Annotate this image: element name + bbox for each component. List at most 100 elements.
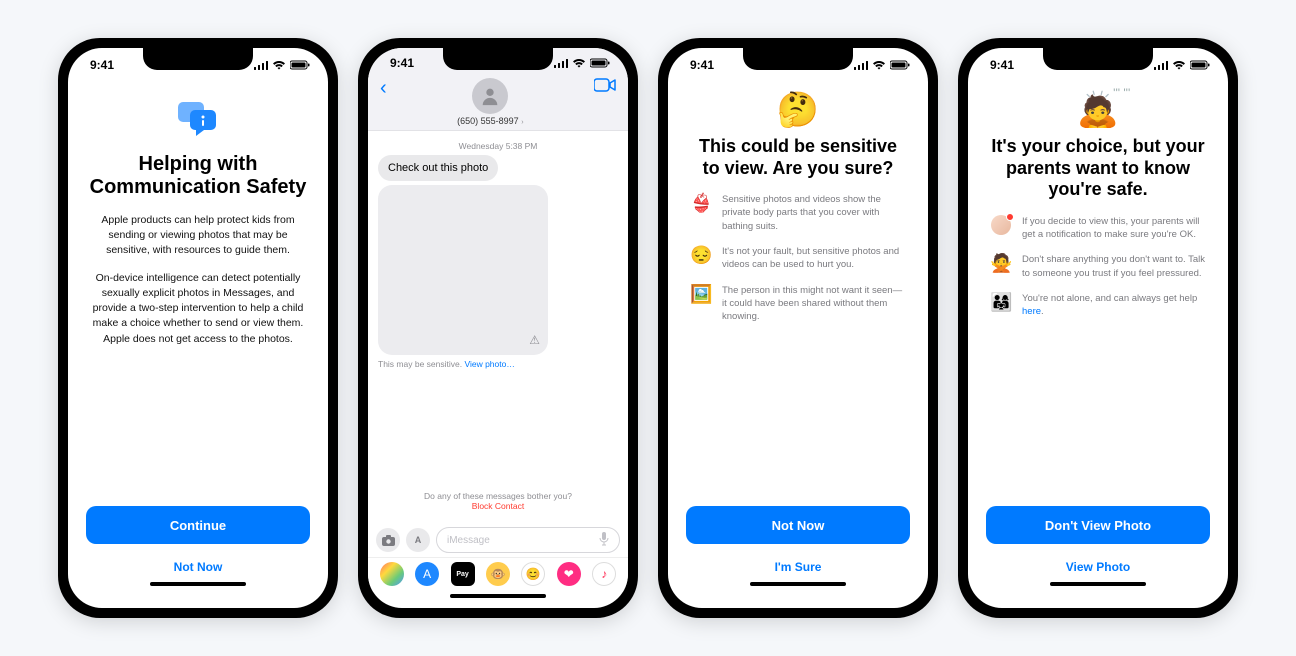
sensitive-caption: This may be sensitive. View photo… [378, 359, 618, 369]
chat-safety-icon [174, 100, 222, 145]
im-sure-button[interactable]: I'm Sure [686, 552, 910, 582]
status-time: 9:41 [990, 58, 1014, 72]
not-now-button[interactable]: Not Now [86, 552, 310, 582]
back-button[interactable]: ‹ [380, 78, 387, 98]
facetime-button[interactable] [594, 78, 616, 97]
info-text-2: Don't share anything you don't want to. … [1022, 253, 1206, 280]
bow-emoji: 🙇 ''' ''' [986, 90, 1210, 130]
home-indicator[interactable] [750, 582, 846, 586]
continue-label: Continue [170, 518, 226, 533]
screen1-body1: Apple products can help protect kids fro… [86, 213, 310, 259]
blurred-photo[interactable]: ⚠︎ [378, 185, 548, 355]
wifi-icon [272, 60, 286, 70]
status-bar: 9:41 [668, 48, 928, 82]
screen3-content: 🤔 This could be sensitive to view. Are y… [668, 82, 928, 608]
status-time: 9:41 [690, 58, 714, 72]
app-animoji[interactable]: 😊 [521, 562, 545, 586]
info-row-2: 🙅 Don't share anything you don't want to… [986, 253, 1210, 280]
contact-name: (650) 555-8997 [457, 116, 519, 126]
thinking-emoji: 🤔 [686, 90, 910, 130]
status-icons [854, 60, 910, 70]
family-icon: 👨‍👩‍👧 [990, 292, 1012, 313]
info-row-1: 👙 Sensitive photos and videos show the p… [686, 193, 910, 233]
info-row-2: 😔 It's not your fault, but sensitive pho… [686, 245, 910, 272]
dont-view-label: Don't View Photo [1045, 518, 1151, 533]
im-sure-label: I'm Sure [775, 560, 822, 574]
signal-icon [554, 58, 568, 68]
app-tray: A Pay 🐵 😊 ❤ ♪ [368, 557, 628, 592]
screen-4: 9:41 🙇 ''' ''' It's your choice, but you… [968, 48, 1228, 608]
message-placeholder: iMessage [447, 535, 490, 546]
status-bar: 9:41 [968, 48, 1228, 82]
dont-view-button[interactable]: Don't View Photo [986, 506, 1210, 544]
view-photo-link[interactable]: View photo… [464, 359, 514, 369]
info-row-1: If you decide to view this, your parents… [986, 215, 1210, 242]
message-input[interactable]: iMessage [436, 527, 620, 553]
app-photos[interactable] [380, 562, 404, 586]
app-store[interactable]: A [415, 562, 439, 586]
help-here-link[interactable]: here [1022, 306, 1041, 317]
battery-icon [290, 60, 310, 70]
continue-button[interactable]: Continue [86, 506, 310, 544]
screen1-title: Helping with Communication Safety [86, 153, 310, 199]
info-text-3: The person in this might not want it see… [722, 284, 906, 324]
home-indicator[interactable] [150, 582, 246, 586]
wifi-icon [872, 60, 886, 70]
screen4-title: It's your choice, but your parents want … [986, 136, 1210, 201]
no-gesture-icon: 🙅 [990, 253, 1012, 274]
app-music[interactable]: ♪ [592, 562, 616, 586]
message-bubble[interactable]: Check out this photo [378, 155, 498, 181]
app-digital-touch[interactable]: ❤ [557, 562, 581, 586]
chevron-right-icon: › [521, 119, 523, 126]
contact-avatar [472, 78, 508, 114]
warning-icon: ⚠︎ [529, 333, 540, 347]
screen3-title: This could be sensitive to view. Are you… [686, 136, 910, 179]
messages-body[interactable]: Wednesday 5:38 PM Check out this photo ⚠… [368, 131, 628, 523]
signal-icon [254, 60, 268, 70]
not-now-button[interactable]: Not Now [686, 506, 910, 544]
info-text-1: If you decide to view this, your parents… [1022, 215, 1206, 242]
battery-icon [890, 60, 910, 70]
status-time: 9:41 [390, 56, 414, 70]
bother-question: Do any of these messages bother you? [378, 491, 618, 501]
info-text-3-prefix: You're not alone, and can always get hel… [1022, 293, 1197, 304]
sensitive-prefix: This may be sensitive. [378, 359, 464, 369]
home-indicator[interactable] [1050, 582, 1146, 586]
info-text-1: Sensitive photos and videos show the pri… [722, 193, 906, 233]
contact-header[interactable]: (650) 555-8997 › [387, 78, 594, 126]
appstore-button[interactable]: A [406, 528, 430, 552]
view-photo-button[interactable]: View Photo [986, 552, 1210, 582]
view-photo-label: View Photo [1066, 560, 1130, 574]
signal-icon [854, 60, 868, 70]
block-contact-link[interactable]: Block Contact [378, 501, 618, 511]
picture-icon: 🖼️ [690, 284, 712, 305]
phone-mockup-3: 9:41 🤔 This could be sensitive to view. … [658, 38, 938, 618]
app-memoji[interactable]: 🐵 [486, 562, 510, 586]
phone-mockup-2: 9:41 ‹ (650) 555-8997 › [358, 38, 638, 618]
info-text-3: You're not alone, and can always get hel… [1022, 292, 1206, 319]
messages-header: 9:41 ‹ (650) 555-8997 › [368, 48, 628, 131]
status-bar: 9:41 [68, 48, 328, 82]
not-now-label: Not Now [772, 518, 825, 533]
screen1-content: Helping with Communication Safety Apple … [68, 82, 328, 608]
phone-mockup-4: 9:41 🙇 ''' ''' It's your choice, but you… [958, 38, 1238, 618]
battery-icon [590, 58, 610, 68]
home-indicator[interactable] [450, 594, 546, 598]
info-row-3: 🖼️ The person in this might not want it … [686, 284, 910, 324]
swimsuit-icon: 👙 [690, 193, 712, 214]
mic-icon[interactable] [599, 532, 609, 549]
phone-mockup-1: 9:41 Helping with Communication Safety A… [58, 38, 338, 618]
signal-icon [1154, 60, 1168, 70]
info-text-2: It's not your fault, but sensitive photo… [722, 245, 906, 272]
sweat-marks: ''' ''' [1113, 86, 1130, 100]
camera-button[interactable] [376, 528, 400, 552]
app-applepay[interactable]: Pay [451, 562, 475, 586]
status-icons [554, 58, 610, 68]
compose-bar: A iMessage [368, 523, 628, 557]
battery-icon [1190, 60, 1210, 70]
screen-3: 9:41 🤔 This could be sensitive to view. … [668, 48, 928, 608]
status-time: 9:41 [90, 58, 114, 72]
status-icons [1154, 60, 1210, 70]
status-icons [254, 60, 310, 70]
screen-1: 9:41 Helping with Communication Safety A… [68, 48, 328, 608]
